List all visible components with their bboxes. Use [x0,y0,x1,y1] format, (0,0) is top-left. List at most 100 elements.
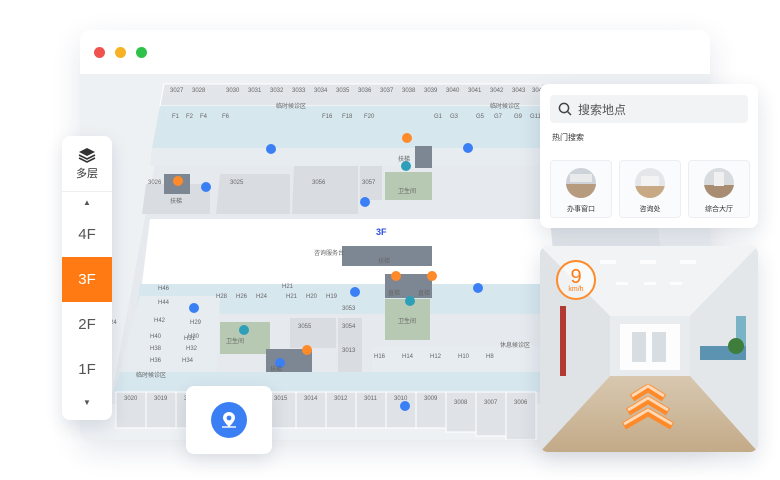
unit-label: 3035 [336,88,350,94]
hot-item-inquiry[interactable]: 咨询处 [619,160,681,218]
unit-label: H34 [182,358,194,364]
minimize-window-button[interactable] [115,46,126,58]
unit-label: 3041 [468,88,482,94]
area-label: 临时候诊区 [276,104,307,110]
unit-label: H40 [150,334,162,340]
unit-label: 3038 [402,88,416,94]
unit-label: H44 [158,300,170,306]
unit-label: 3012 [334,396,348,402]
floor-option-1f[interactable]: 1F [62,347,112,392]
unit-label: F2 [186,114,194,120]
top-room-row [159,83,543,107]
floor-option-2f[interactable]: 2F [62,302,112,347]
unit-label: 3030 [226,88,240,94]
poi-label: 直梯 [388,291,401,297]
unit-label: G9 [514,114,523,120]
unit-label: F4 [200,114,208,120]
hot-search-title: 热门搜索 [552,133,584,142]
unit-label: 3027 [170,88,184,94]
unit-label: 3043 [512,88,526,94]
hot-item-service-window[interactable]: 办事窗口 [550,160,612,218]
poi-label: 扶梯 [270,367,283,373]
poi-label: 卫生间 [398,319,417,325]
unit-label: H10 [458,354,470,360]
unit-label: F18 [342,114,353,120]
unit-label: H21 [282,284,294,290]
unit-label: 3026 [148,180,162,186]
unit-label: 3013 [342,348,356,354]
multi-floor-label: 多层 [76,167,98,180]
unit-label: 3039 [424,88,438,94]
unit-label: G1 [434,114,443,120]
unit-label: 3007 [484,400,498,406]
area-label: 休息候诊区 [500,343,531,349]
bottom-room-row [115,391,537,440]
poi-label: 卫生间 [398,189,417,195]
service-window-thumbnail [566,168,596,198]
search-placeholder: 搜索地点 [578,102,627,117]
search-input[interactable]: 搜索地点 [550,95,748,123]
unit-label: H19 [326,294,338,300]
floor-option-4f[interactable]: 4F [62,212,112,257]
maximize-window-button[interactable] [136,46,147,58]
unit-label: 3028 [192,88,206,94]
unit-label: H24 [256,294,268,300]
hot-item-main-hall[interactable]: 综合大厅 [688,160,750,218]
poi-label: 扶梯 [170,199,183,205]
unit-label: G3 [450,114,459,120]
unit-label: 3011 [364,396,377,402]
poi-label: 扶梯 [378,259,391,265]
hot-item-label: 咨询处 [639,206,661,213]
area-label: 临时候诊区 [136,373,167,379]
unit-label: 3025 [230,180,244,186]
floor-up-button[interactable]: ▲ [62,192,112,212]
unit-label: 3056 [312,180,326,186]
unit-label: 3019 [154,396,168,402]
poi-label: 卫生间 [226,339,245,345]
speed-unit: km/h [568,285,584,293]
unit-label: 3034 [314,88,328,94]
unit-label: 3006 [514,400,528,406]
top-corridor-rooms [150,148,556,166]
block-3055 [290,318,336,348]
unit-label: 3008 [454,400,468,406]
unit-label: 3057 [362,180,376,186]
unit-label: 3010 [394,396,408,402]
window-titlebar [80,30,710,74]
unit-label: 3020 [124,396,138,402]
hot-item-label: 综合大厅 [705,206,733,213]
unit-label: H16 [374,354,386,360]
main-hall-thumbnail [704,168,734,198]
locate-circle [211,402,247,438]
unit-label: 3042 [490,88,504,94]
unit-label: F1 [172,114,180,120]
speed-value: 9 [570,265,582,288]
unit-label: 3054 [342,324,356,330]
search-panel: 搜索地点 热门搜索 办事窗口 咨询处 综合大厅 [540,84,758,228]
floor-option-3f[interactable]: 3F [62,257,112,302]
unit-label: H31 [184,336,196,342]
floor-down-button[interactable]: ▼ [62,392,112,412]
close-window-button[interactable] [94,46,105,58]
top-corridor [152,106,554,148]
unit-label: 3032 [270,88,284,94]
poi-label: 直梯 [418,291,431,297]
app-stage: 3027 3028 3030 3031 3032 3033 3034 3035 … [0,0,780,480]
unit-label: H46 [158,286,170,292]
unit-label: 3009 [424,396,438,402]
unit-label: 3053 [342,306,356,312]
unit-label: H14 [402,354,414,360]
unit-label: F20 [364,114,375,120]
unit-label: 3015 [274,396,288,402]
unit-label: F16 [322,114,333,120]
unit-label: H20 [306,294,318,300]
multi-floor-toggle[interactable]: 多层 [62,136,112,192]
block-3025 [216,174,290,214]
current-floor-tag: 3F [376,227,387,237]
unit-label: 3037 [380,88,394,94]
unit-label: H26 [236,294,248,300]
locate-me-button[interactable] [186,386,272,454]
search-icon [558,102,572,116]
navigation-preview: 9 km/h [540,246,758,452]
unit-label: 3036 [358,88,372,94]
